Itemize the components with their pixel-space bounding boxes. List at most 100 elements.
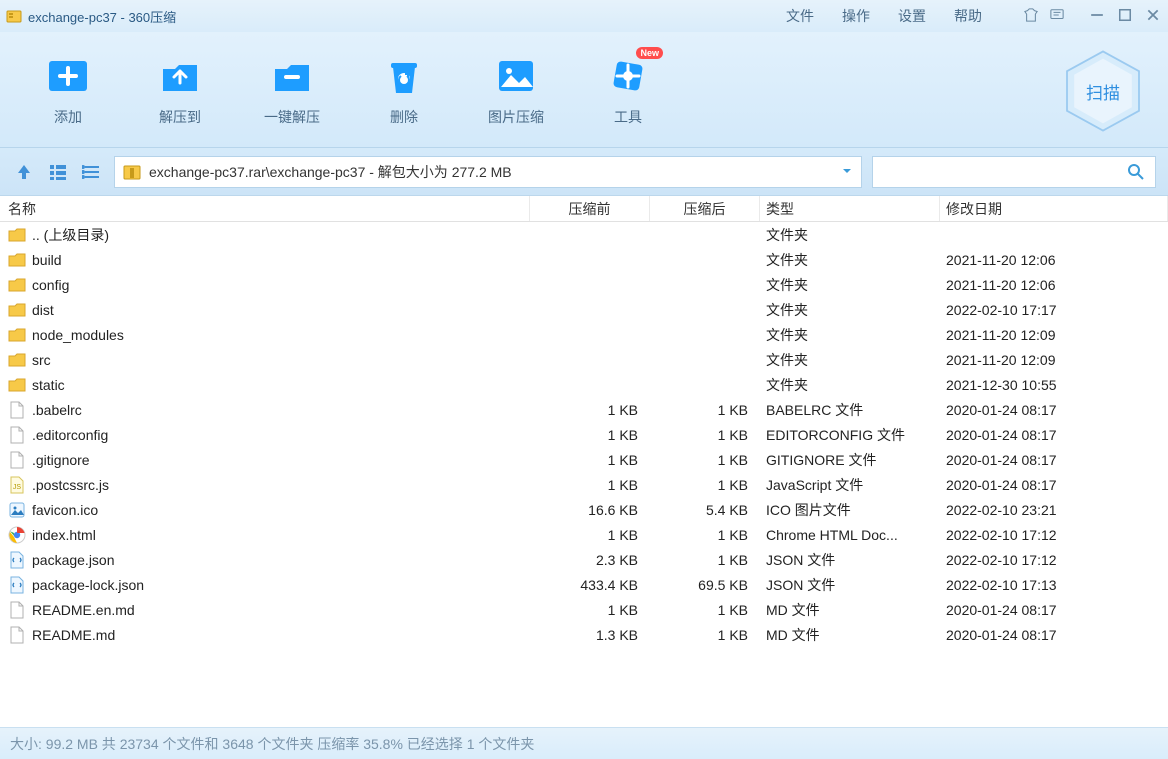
view-details-icon[interactable] [46,160,70,184]
file-type: 文件夹 [760,222,940,247]
file-icon [8,451,26,469]
file-date: 2020-01-24 08:17 [940,397,1168,422]
menu-item-3[interactable]: 帮助 [942,2,994,30]
file-type: ICO 图片文件 [760,497,940,522]
table-row[interactable]: dist文件夹2022-02-10 17:17 [0,297,1168,322]
table-row[interactable]: package-lock.json433.4 KB69.5 KBJSON 文件2… [0,572,1168,597]
file-name: package-lock.json [32,577,144,593]
search-input[interactable] [872,156,1156,188]
minimize-button[interactable] [1090,8,1104,25]
file-type: 文件夹 [760,297,940,322]
toolbar-quick-button[interactable]: 一键解压 [262,53,322,127]
scan-label: 扫描 [1086,79,1120,104]
status-bar: 大小: 99.2 MB 共 23734 个文件和 3648 个文件夹 压缩率 3… [0,727,1168,759]
file-date: 2020-01-24 08:17 [940,447,1168,472]
file-type: BABELRC 文件 [760,397,940,422]
toolbar-add-button[interactable]: 添加 [38,53,98,127]
toolbar-image-button[interactable]: 图片压缩 [486,53,546,127]
toolbar-label: 解压到 [159,107,201,127]
scan-button[interactable]: 扫描 [1058,46,1148,136]
file-icon [8,626,26,644]
file-name: src [32,352,51,368]
ico-icon [8,501,26,519]
skin-icon[interactable] [1024,8,1038,25]
toolbar-tools-button[interactable]: New工具 [598,53,658,127]
file-date: 2020-01-24 08:17 [940,422,1168,447]
table-row[interactable]: config文件夹2021-11-20 12:06 [0,272,1168,297]
file-type: Chrome HTML Doc... [760,522,940,547]
path-text: exchange-pc37.rar\exchange-pc37 - 解包大小为 … [149,162,841,182]
size-before: 1 KB [530,397,650,422]
size-after: 1 KB [650,547,760,572]
size-before [530,222,650,247]
table-row[interactable]: src文件夹2021-11-20 12:09 [0,347,1168,372]
table-row[interactable]: .. (上级目录) 文件夹 [0,222,1168,247]
col-type[interactable]: 类型 [760,196,940,221]
table-row[interactable]: build文件夹2021-11-20 12:06 [0,247,1168,272]
size-after: 1 KB [650,422,760,447]
maximize-button[interactable] [1118,8,1132,25]
file-type: GITIGNORE 文件 [760,447,940,472]
col-after[interactable]: 压缩后 [650,196,760,221]
app-icon [6,8,22,24]
folder-icon [8,226,26,244]
file-date: 2020-01-24 08:17 [940,472,1168,497]
view-list-icon[interactable] [80,160,104,184]
col-date[interactable]: 修改日期 [940,196,1168,221]
archive-icon [123,163,141,181]
folder-icon [8,376,26,394]
size-before [530,272,650,297]
size-after [650,222,760,247]
file-type: JSON 文件 [760,572,940,597]
table-row[interactable]: favicon.ico16.6 KB5.4 KBICO 图片文件2022-02-… [0,497,1168,522]
folder-icon [8,326,26,344]
tools-icon: New [605,53,651,99]
size-before: 1 KB [530,522,650,547]
size-after: 1 KB [650,622,760,647]
table-row[interactable]: .editorconfig1 KB1 KBEDITORCONFIG 文件2020… [0,422,1168,447]
table-row[interactable]: .babelrc1 KB1 KBBABELRC 文件2020-01-24 08:… [0,397,1168,422]
table-row[interactable]: JS.postcssrc.js1 KB1 KBJavaScript 文件2020… [0,472,1168,497]
size-before [530,297,650,322]
table-row[interactable]: static文件夹2021-12-30 10:55 [0,372,1168,397]
size-before [530,247,650,272]
file-name: README.md [32,627,115,643]
menu-item-0[interactable]: 文件 [774,2,826,30]
file-icon [8,426,26,444]
toolbar-delete-button[interactable]: 删除 [374,53,434,127]
table-row[interactable]: index.html1 KB1 KBChrome HTML Doc...2022… [0,522,1168,547]
table-row[interactable]: package.json2.3 KB1 KBJSON 文件2022-02-10 … [0,547,1168,572]
menu-item-2[interactable]: 设置 [886,2,938,30]
table-header[interactable]: 名称 压缩前 压缩后 类型 修改日期 [0,196,1168,222]
file-name: dist [32,302,54,318]
feedback-icon[interactable] [1050,8,1064,25]
file-date: 2021-11-20 12:09 [940,322,1168,347]
file-name: .postcssrc.js [32,477,109,493]
file-date: 2020-01-24 08:17 [940,622,1168,647]
toolbar-label: 一键解压 [264,107,320,127]
toolbar-label: 添加 [54,107,82,127]
up-folder-icon[interactable] [12,160,36,184]
table-row[interactable]: .gitignore1 KB1 KBGITIGNORE 文件2020-01-24… [0,447,1168,472]
size-after [650,297,760,322]
file-name: package.json [32,552,115,568]
table-row[interactable]: node_modules文件夹2021-11-20 12:09 [0,322,1168,347]
table-row[interactable]: README.en.md1 KB1 KBMD 文件2020-01-24 08:1… [0,597,1168,622]
menu-item-1[interactable]: 操作 [830,2,882,30]
col-before[interactable]: 压缩前 [530,196,650,221]
file-date: 2022-02-10 17:12 [940,547,1168,572]
toolbar-extract-button[interactable]: 解压到 [150,53,210,127]
close-button[interactable] [1146,8,1160,25]
path-input[interactable]: exchange-pc37.rar\exchange-pc37 - 解包大小为 … [114,156,862,188]
size-after [650,272,760,297]
image-icon [493,53,539,99]
file-type: JavaScript 文件 [760,472,940,497]
path-dropdown-icon[interactable] [841,164,853,180]
file-name: .. (上级目录) [32,225,109,245]
size-after: 5.4 KB [650,497,760,522]
file-name: README.en.md [32,602,135,618]
col-name[interactable]: 名称 [0,196,530,221]
table-row[interactable]: README.md1.3 KB1 KBMD 文件2020-01-24 08:17 [0,622,1168,647]
file-date: 2022-02-10 17:12 [940,522,1168,547]
size-before: 2.3 KB [530,547,650,572]
